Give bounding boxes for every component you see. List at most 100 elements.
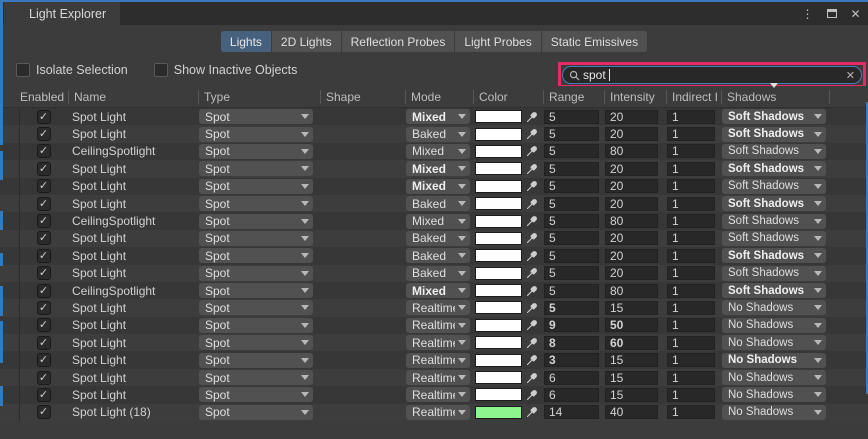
table-row[interactable]: ✓ Spot Light Spot Mixed 5 20 1 S: [0, 108, 868, 125]
shadows-dropdown[interactable]: Soft Shadows: [722, 231, 826, 246]
eyedropper-icon[interactable]: [525, 127, 539, 141]
mode-dropdown[interactable]: Realtime: [406, 300, 470, 315]
mode-dropdown[interactable]: Baked: [406, 266, 470, 281]
light-name[interactable]: Spot Light: [67, 247, 197, 264]
intensity-field[interactable]: 80: [605, 214, 658, 228]
tab-lights[interactable]: Lights: [221, 31, 271, 52]
range-field[interactable]: 5: [544, 284, 599, 298]
color-swatch[interactable]: [475, 249, 522, 262]
range-field[interactable]: 5: [544, 162, 599, 176]
indirect-multiplier-field[interactable]: 1: [667, 266, 715, 280]
enabled-checkbox[interactable]: ✓: [37, 371, 51, 385]
shadows-dropdown[interactable]: No Shadows: [722, 405, 826, 420]
type-dropdown[interactable]: Spot: [199, 318, 313, 333]
type-dropdown[interactable]: Spot: [199, 387, 313, 402]
mode-dropdown[interactable]: Realtime: [406, 353, 470, 368]
type-dropdown[interactable]: Spot: [199, 144, 313, 159]
intensity-field[interactable]: 60: [605, 336, 658, 350]
color-swatch[interactable]: [475, 406, 522, 419]
column-header-color[interactable]: Color: [473, 90, 543, 104]
column-header-mode[interactable]: Mode: [405, 90, 473, 104]
mode-dropdown[interactable]: Baked: [406, 248, 470, 263]
color-swatch[interactable]: [475, 388, 522, 401]
enabled-checkbox[interactable]: ✓: [37, 388, 51, 402]
table-row[interactable]: ✓ CeilingSpotlight Spot Mixed 5 80 1: [0, 212, 868, 229]
eyedropper-icon[interactable]: [525, 405, 539, 419]
range-field[interactable]: 5: [544, 249, 599, 263]
type-dropdown[interactable]: Spot: [199, 196, 313, 211]
range-field[interactable]: 5: [544, 197, 599, 211]
intensity-field[interactable]: 20: [605, 249, 658, 263]
color-swatch[interactable]: [475, 336, 522, 349]
range-field[interactable]: 5: [544, 127, 599, 141]
type-dropdown[interactable]: Spot: [199, 248, 313, 263]
type-dropdown[interactable]: Spot: [199, 179, 313, 194]
range-field[interactable]: 6: [544, 371, 599, 385]
light-name[interactable]: Spot Light: [67, 230, 197, 247]
table-row[interactable]: ✓ Spot Light Spot Baked 5 20 1 S: [0, 265, 868, 282]
table-row[interactable]: ✓ Spot Light Spot Realtime 8 60 1: [0, 334, 868, 351]
table-row[interactable]: ✓ Spot Light Spot Realtime 3 15 1: [0, 351, 868, 368]
range-field[interactable]: 3: [544, 353, 599, 367]
close-icon[interactable]: ✕: [849, 7, 862, 21]
window-tab[interactable]: Light Explorer: [4, 2, 120, 25]
color-swatch[interactable]: [475, 232, 522, 245]
mode-dropdown[interactable]: Realtime: [406, 318, 470, 333]
tab-static-emissives[interactable]: Static Emissives: [542, 31, 647, 52]
mode-dropdown[interactable]: Baked: [406, 127, 470, 142]
indirect-multiplier-field[interactable]: 1: [667, 144, 715, 158]
color-swatch[interactable]: [475, 215, 522, 228]
light-name[interactable]: Spot Light: [67, 125, 197, 142]
tab-reflection-probes[interactable]: Reflection Probes: [342, 31, 455, 52]
table-row[interactable]: ✓ Spot Light Spot Mixed 5 20 1 S: [0, 160, 868, 177]
mode-dropdown[interactable]: Mixed: [406, 214, 470, 229]
mode-dropdown[interactable]: Mixed: [406, 179, 470, 194]
type-dropdown[interactable]: Spot: [199, 266, 313, 281]
color-swatch[interactable]: [475, 197, 522, 210]
indirect-multiplier-field[interactable]: 1: [667, 371, 715, 385]
indirect-multiplier-field[interactable]: 1: [667, 231, 715, 245]
enabled-checkbox[interactable]: ✓: [37, 336, 51, 350]
intensity-field[interactable]: 50: [605, 318, 658, 332]
column-header-shape[interactable]: Shape: [320, 90, 405, 104]
type-dropdown[interactable]: Spot: [199, 127, 313, 142]
color-swatch[interactable]: [475, 110, 522, 123]
indirect-multiplier-field[interactable]: 1: [667, 336, 715, 350]
light-name[interactable]: CeilingSpotlight: [67, 212, 197, 229]
enabled-checkbox[interactable]: ✓: [37, 249, 51, 263]
table-row[interactable]: ✓ Spot Light Spot Mixed 5 20 1 S: [0, 178, 868, 195]
window-menu-icon[interactable]: ⋮: [801, 7, 814, 21]
mode-dropdown[interactable]: Realtime: [406, 387, 470, 402]
table-row[interactable]: ✓ Spot Light (18) Spot Realtime 14 40 1: [0, 404, 868, 421]
range-field[interactable]: 5: [544, 214, 599, 228]
indirect-multiplier-field[interactable]: 1: [667, 179, 715, 193]
color-swatch[interactable]: [475, 180, 522, 193]
column-header-range[interactable]: Range: [543, 90, 604, 104]
light-name[interactable]: Spot Light: [67, 369, 197, 386]
mode-dropdown[interactable]: Realtime: [406, 405, 470, 420]
enabled-checkbox[interactable]: ✓: [37, 127, 51, 141]
enabled-checkbox[interactable]: ✓: [37, 231, 51, 245]
intensity-field[interactable]: 20: [605, 197, 658, 211]
shadows-dropdown[interactable]: No Shadows: [722, 353, 826, 368]
enabled-checkbox[interactable]: ✓: [37, 179, 51, 193]
range-field[interactable]: 14: [544, 405, 599, 419]
eyedropper-icon[interactable]: [525, 110, 539, 124]
color-swatch[interactable]: [475, 284, 522, 297]
eyedropper-icon[interactable]: [525, 371, 539, 385]
column-header-shadows[interactable]: Shadows: [721, 90, 829, 104]
search-input[interactable]: spot ✕: [562, 66, 862, 84]
eyedropper-icon[interactable]: [525, 214, 539, 228]
light-name[interactable]: Spot Light: [67, 299, 197, 316]
tab-2d-lights[interactable]: 2D Lights: [272, 31, 341, 52]
type-dropdown[interactable]: Spot: [199, 231, 313, 246]
eyedropper-icon[interactable]: [525, 284, 539, 298]
type-dropdown[interactable]: Spot: [199, 353, 313, 368]
light-name[interactable]: Spot Light: [67, 178, 197, 195]
table-row[interactable]: ✓ Spot Light Spot Realtime 6 15 1: [0, 386, 868, 403]
range-field[interactable]: 5: [544, 301, 599, 315]
eyedropper-icon[interactable]: [525, 301, 539, 315]
maximize-icon[interactable]: [825, 7, 838, 21]
enabled-checkbox[interactable]: ✓: [37, 110, 51, 124]
intensity-field[interactable]: 40: [605, 405, 658, 419]
